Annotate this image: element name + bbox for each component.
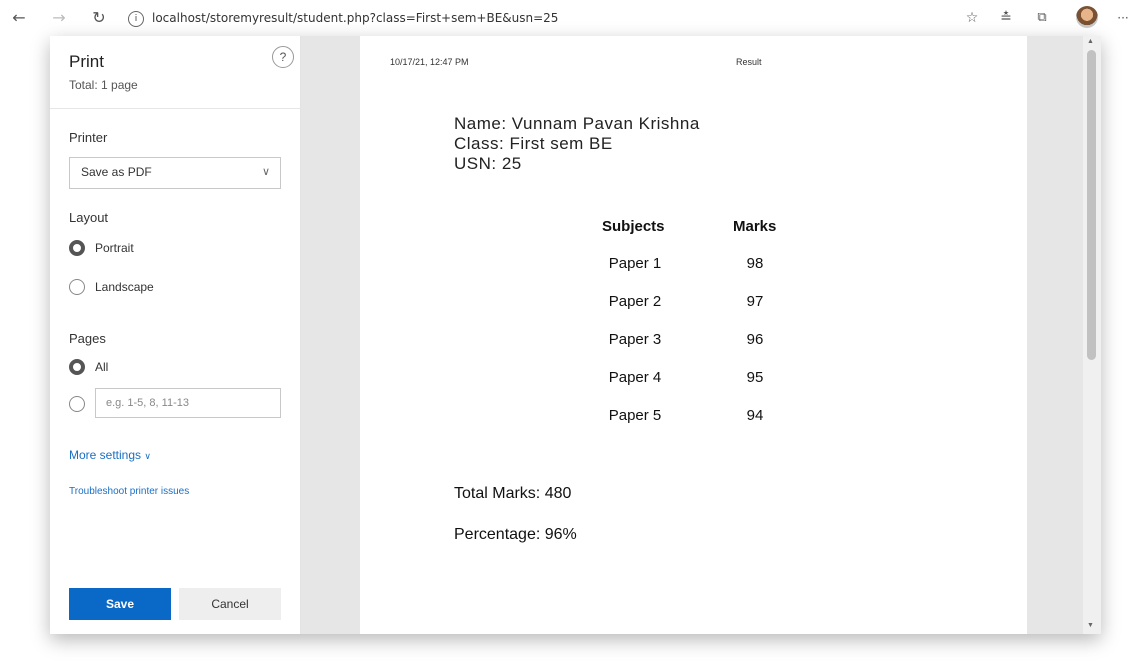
info-icon[interactable]: i: [128, 10, 144, 27]
printer-value: Save as PDF: [81, 165, 152, 179]
browser-toolbar: ← → ↻ i localhost/storemyresult/student.p…: [0, 0, 1147, 36]
student-class: Class: First sem BE: [454, 134, 613, 153]
favorites-icon[interactable]: ≛: [997, 8, 1015, 28]
subjects-header: Subjects: [602, 218, 665, 235]
page-range-input[interactable]: e.g. 1-5, 8, 11-13: [95, 388, 281, 418]
all-pages-label: All: [95, 360, 109, 374]
help-icon[interactable]: ?: [272, 46, 294, 68]
print-timestamp: 10/17/21, 12:47 PM: [390, 57, 469, 67]
divider: [50, 108, 300, 109]
cancel-button[interactable]: Cancel: [179, 588, 281, 620]
back-arrow-icon[interactable]: ←: [10, 8, 28, 28]
page-count: Total: 1 page: [69, 78, 138, 92]
landscape-label: Landscape: [95, 280, 154, 294]
collections-icon[interactable]: ⧉: [1033, 8, 1051, 28]
add-favorite-icon[interactable]: ☆: [963, 8, 981, 28]
marks-cell: 97: [746, 293, 764, 310]
more-icon[interactable]: ···: [1114, 8, 1132, 28]
marks-cell: 96: [746, 331, 764, 348]
profile-avatar[interactable]: [1076, 6, 1098, 28]
subject-cell: Paper 1: [608, 255, 662, 272]
print-settings-panel: Print Total: 1 page ? Printer Save as PD…: [50, 36, 301, 634]
print-preview: 10/17/21, 12:47 PM Result Name: Vunnam P…: [301, 36, 1101, 634]
forward-arrow-icon[interactable]: →: [50, 8, 68, 28]
marks-cell: 94: [746, 407, 764, 424]
preview-scrollbar[interactable]: ▲ ▼: [1083, 36, 1101, 634]
more-settings-label: More settings: [69, 448, 142, 462]
marks-header: Marks: [733, 218, 777, 235]
address-bar[interactable]: i localhost/storemyresult/student.php?cla…: [128, 8, 558, 28]
total-marks: Total Marks: 480: [454, 485, 572, 502]
subject-cell: Paper 4: [608, 369, 662, 386]
document-title: Result: [736, 57, 762, 67]
print-title: Print: [69, 52, 104, 71]
subject-cell: Paper 3: [608, 331, 662, 348]
print-dialog: Print Total: 1 page ? Printer Save as PD…: [50, 36, 1101, 634]
chevron-down-icon: ∨: [144, 451, 151, 461]
subject-cell: Paper 2: [608, 293, 662, 310]
scrollbar-thumb[interactable]: [1087, 50, 1096, 360]
student-name: Name: Vunnam Pavan Krishna: [454, 114, 700, 133]
printer-label: Printer: [69, 130, 108, 145]
portrait-radio[interactable]: [69, 240, 85, 256]
pages-label: Pages: [69, 331, 106, 346]
portrait-label: Portrait: [95, 241, 134, 255]
student-usn: USN: 25: [454, 154, 522, 173]
url-text: localhost/storemyresult/student.php?clas…: [152, 11, 559, 25]
layout-label: Layout: [69, 210, 109, 225]
all-pages-radio[interactable]: [69, 359, 85, 375]
marks-cell: 98: [746, 255, 764, 272]
subject-cell: Paper 5: [608, 407, 662, 424]
troubleshoot-link[interactable]: Troubleshoot printer issues: [69, 486, 189, 497]
percentage: Percentage: 96%: [454, 526, 577, 543]
marks-cell: 95: [746, 369, 764, 386]
refresh-icon[interactable]: ↻: [90, 8, 108, 28]
printer-select[interactable]: Save as PDF ∨: [69, 157, 281, 189]
more-settings-link[interactable]: More settings ∨: [69, 448, 151, 462]
save-button[interactable]: Save: [69, 588, 171, 620]
chevron-down-icon: ∨: [261, 166, 270, 178]
landscape-radio[interactable]: [69, 279, 85, 295]
page-range-placeholder: e.g. 1-5, 8, 11-13: [106, 397, 189, 409]
custom-range-radio[interactable]: [69, 396, 85, 412]
scroll-down-icon[interactable]: ▼: [1087, 622, 1094, 629]
preview-page: 10/17/21, 12:47 PM Result Name: Vunnam P…: [360, 36, 1027, 634]
scroll-up-icon[interactable]: ▲: [1087, 38, 1094, 45]
